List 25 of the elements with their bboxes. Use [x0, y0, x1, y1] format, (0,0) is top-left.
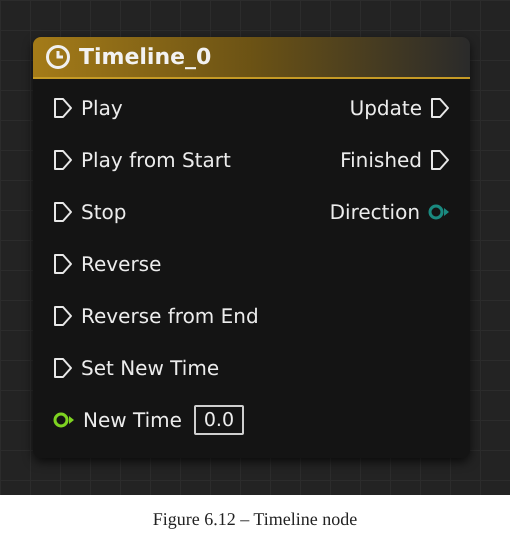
value-field[interactable]: 0.0	[194, 405, 244, 435]
timeline-node[interactable]: Timeline_0 Play Play from Start Stop Reverse Reverse from End Set New Time New Time 0.0 Update Finished Direction	[33, 37, 470, 458]
pin-label: Finished	[340, 147, 422, 174]
clock-icon	[45, 44, 71, 70]
data-pin-icon[interactable]	[428, 203, 450, 221]
figure-caption: Figure 6.12 – Timeline node	[152, 508, 358, 531]
pin-label: Reverse	[81, 251, 162, 278]
pin-label: Direction	[330, 199, 420, 226]
pin-label: Stop	[81, 199, 126, 226]
node-title: Timeline_0	[79, 44, 212, 72]
exec-pin-icon[interactable]	[430, 149, 450, 171]
pin-label: Reverse from End	[81, 303, 259, 330]
pin-label: New Time	[83, 407, 182, 434]
pin-label: Play from Start	[81, 147, 231, 174]
exec-pin-icon[interactable]	[53, 97, 73, 119]
exec-pin-icon[interactable]	[53, 305, 73, 327]
exec-pin-icon[interactable]	[53, 357, 73, 379]
exec-pin-icon[interactable]	[53, 253, 73, 275]
exec-pin-icon[interactable]	[53, 201, 73, 223]
exec-pin-icon[interactable]	[430, 97, 450, 119]
data-pin-icon[interactable]	[53, 411, 75, 429]
pin-label: Play	[81, 95, 123, 122]
exec-pin-icon[interactable]	[53, 149, 73, 171]
pin-label: Update	[350, 95, 422, 122]
pin-label: Set New Time	[81, 355, 220, 382]
